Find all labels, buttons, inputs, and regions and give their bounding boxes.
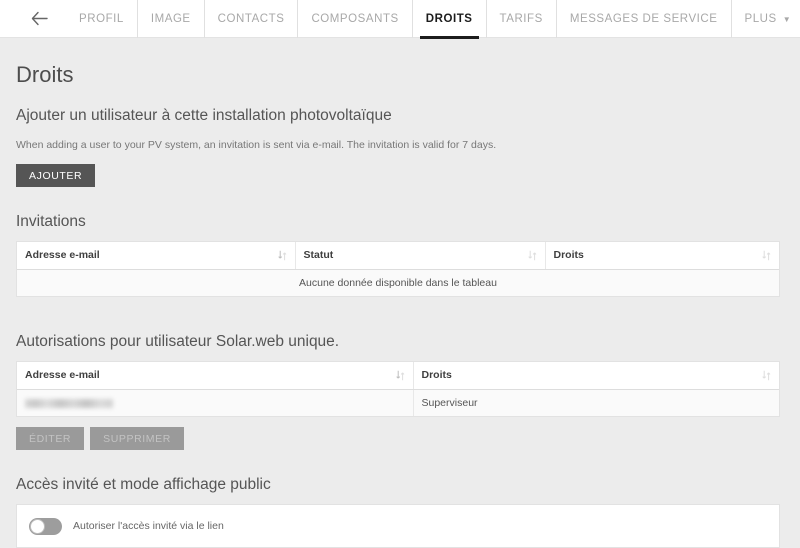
tab-messages-de-service[interactable]: MESSAGES DE SERVICE: [556, 0, 731, 38]
tab-image-label: IMAGE: [151, 13, 191, 25]
back-arrow-icon[interactable]: [26, 6, 52, 32]
authorizations-table-container: Adresse e-mail Droits: [16, 361, 780, 417]
column-header-statut[interactable]: Statut: [295, 242, 545, 269]
invitations-table-container: Adresse e-mail Statut: [16, 241, 780, 297]
nav-tab-list: PROFIL IMAGE CONTACTS COMPOSANTS DROITS …: [66, 0, 800, 38]
guest-access-toggle-label: Autoriser l'accès invité via le lien: [73, 520, 224, 532]
authorizations-heading: Autorisations pour utilisateur Solar.web…: [16, 333, 784, 351]
page-title: Droits: [16, 62, 784, 88]
sort-icon: [278, 250, 287, 261]
cell-rights: Superviseur: [413, 389, 779, 416]
invitations-table-body: Aucune donnée disponible dans le tableau: [17, 269, 779, 296]
redacted-email-value: [25, 399, 113, 408]
column-header-droits[interactable]: Droits: [545, 242, 779, 269]
tab-contacts[interactable]: CONTACTS: [204, 0, 298, 38]
delete-button[interactable]: SUPPRIMER: [90, 427, 184, 450]
tab-tarifs[interactable]: TARIFS: [486, 0, 556, 38]
tab-contacts-label: CONTACTS: [218, 13, 285, 25]
toggle-knob: [30, 519, 45, 534]
tab-plus[interactable]: PLUS ▼: [731, 0, 800, 38]
add-user-button[interactable]: AJOUTER: [16, 164, 95, 187]
tab-composants-label: COMPOSANTS: [311, 13, 398, 25]
guest-access-panel: Autoriser l'accès invité via le lien: [16, 504, 780, 548]
tab-profil-label: PROFIL: [79, 13, 124, 25]
tab-droits-label: DROITS: [426, 13, 473, 25]
tab-droits[interactable]: DROITS: [412, 0, 486, 38]
add-user-help-text: When adding a user to your PV system, an…: [16, 138, 784, 153]
sort-icon: [762, 250, 771, 261]
add-button-container: AJOUTER: [16, 164, 784, 187]
guest-access-toggle[interactable]: [29, 518, 62, 535]
column-header-droits-label: Droits: [554, 249, 584, 261]
table-header-row: Adresse e-mail Statut: [17, 242, 779, 269]
edit-button[interactable]: ÉDITER: [16, 427, 84, 450]
table-header-row: Adresse e-mail Droits: [17, 362, 779, 389]
column-header-adresse-email-label: Adresse e-mail: [25, 249, 100, 261]
sort-icon: [528, 250, 537, 261]
tab-messages-de-service-label: MESSAGES DE SERVICE: [570, 13, 718, 25]
guest-access-heading: Accès invité et mode affichage public: [16, 476, 784, 494]
column-header-statut-label: Statut: [304, 249, 334, 261]
authorizations-section: Autorisations pour utilisateur Solar.web…: [16, 333, 784, 450]
table-row: Aucune donnée disponible dans le tableau: [17, 269, 779, 296]
tab-tarifs-label: TARIFS: [500, 13, 543, 25]
authorizations-table-body: Superviseur: [17, 389, 779, 416]
column-header-adresse-email[interactable]: Adresse e-mail: [17, 242, 295, 269]
invitations-section: Invitations Adresse e-mail: [16, 213, 784, 297]
sort-icon: [762, 370, 771, 381]
tab-composants[interactable]: COMPOSANTS: [297, 0, 411, 38]
cell-email-redacted: [17, 389, 413, 416]
page-content: Droits Ajouter un utilisateur à cette in…: [0, 62, 800, 548]
column-header-droits[interactable]: Droits: [413, 362, 779, 389]
authorizations-action-buttons: ÉDITER SUPPRIMER: [16, 427, 784, 450]
tab-image[interactable]: IMAGE: [137, 0, 204, 38]
chevron-down-icon: ▼: [783, 16, 791, 24]
tab-plus-label: PLUS: [745, 13, 777, 25]
authorizations-table: Adresse e-mail Droits: [17, 362, 779, 416]
invitations-table-header: Adresse e-mail Statut: [17, 242, 779, 269]
top-navigation-bar: PROFIL IMAGE CONTACTS COMPOSANTS DROITS …: [0, 0, 800, 38]
invitations-table: Adresse e-mail Statut: [17, 242, 779, 296]
column-header-droits-label: Droits: [422, 369, 452, 381]
add-user-heading: Ajouter un utilisateur à cette installat…: [16, 106, 784, 126]
sort-icon: [396, 370, 405, 381]
guest-access-section: Accès invité et mode affichage public Au…: [16, 476, 784, 548]
column-header-adresse-email-label: Adresse e-mail: [25, 369, 100, 381]
tab-profil[interactable]: PROFIL: [66, 0, 137, 38]
invitations-empty-message: Aucune donnée disponible dans le tableau: [17, 269, 779, 296]
invitations-heading: Invitations: [16, 213, 784, 231]
table-row[interactable]: Superviseur: [17, 389, 779, 416]
authorizations-table-header: Adresse e-mail Droits: [17, 362, 779, 389]
column-header-adresse-email[interactable]: Adresse e-mail: [17, 362, 413, 389]
